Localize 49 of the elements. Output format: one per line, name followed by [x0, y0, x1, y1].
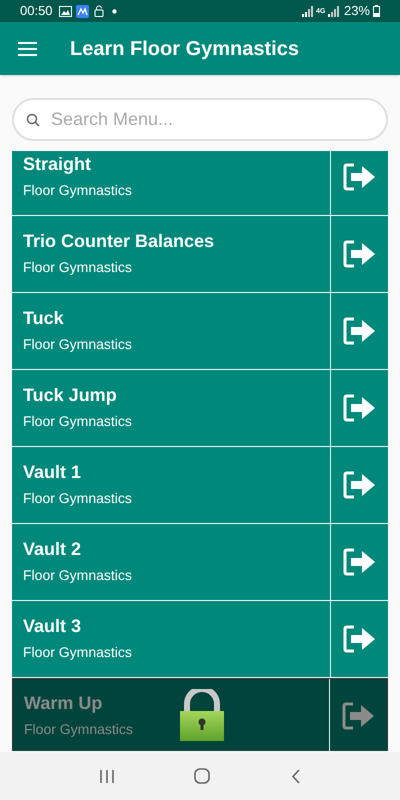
app-icon: [76, 4, 89, 18]
item-title: Trio Counter Balances: [23, 230, 216, 253]
list-item[interactable]: Vault 1 Floor Gymnastics: [12, 447, 388, 523]
exit-arrow-icon[interactable]: [342, 317, 376, 345]
home-icon[interactable]: [194, 768, 210, 784]
exit-arrow-icon[interactable]: [342, 625, 376, 653]
list-item[interactable]: Straight Floor Gymnastics: [12, 151, 388, 215]
recents-icon[interactable]: [100, 770, 114, 782]
item-title: Vault 2: [23, 538, 82, 561]
item-subtitle: Floor Gymnastics: [23, 489, 133, 508]
item-subtitle: Floor Gymnastics: [23, 335, 133, 354]
list-item[interactable]: Tuck Floor Gymnastics: [12, 293, 388, 369]
item-subtitle: Floor Gymnastics: [23, 258, 133, 277]
list-item[interactable]: Trio Counter Balances Floor Gymnastics: [12, 216, 388, 292]
status-time: 00:50: [20, 2, 53, 20]
item-title: Vault 3: [23, 615, 82, 638]
lock-icon: [94, 5, 104, 17]
item-subtitle: Floor Gymnastics: [23, 412, 133, 431]
item-subtitle: Floor Gymnastics: [24, 720, 134, 739]
item-title: Warm Up: [24, 692, 104, 715]
item-subtitle: Floor Gymnastics: [23, 643, 133, 662]
battery-percent: 23%: [344, 2, 370, 20]
list-item[interactable]: Vault 2 Floor Gymnastics: [12, 524, 388, 600]
item-title: Vault 1: [23, 461, 82, 484]
exit-arrow-icon[interactable]: [342, 240, 376, 268]
item-title: Tuck: [23, 307, 65, 330]
item-title: Straight: [23, 153, 92, 176]
locked-list-item[interactable]: Warm Up Floor Gymnastics: [12, 678, 388, 751]
item-subtitle: Floor Gymnastics: [23, 566, 133, 585]
exit-arrow-icon[interactable]: [342, 548, 376, 576]
item-title: Tuck Jump: [23, 384, 118, 407]
menu-icon[interactable]: [18, 42, 37, 56]
image-icon: [58, 6, 72, 16]
exit-arrow-icon[interactable]: [342, 702, 376, 730]
dot-icon: [112, 8, 117, 14]
battery-icon: [373, 5, 380, 17]
search-field[interactable]: Search Menu...: [12, 98, 388, 141]
signal-icon: [328, 6, 340, 16]
signal-icon: [302, 6, 314, 16]
item-subtitle: Floor Gymnastics: [23, 181, 133, 200]
list-item[interactable]: Tuck Jump Floor Gymnastics: [12, 370, 388, 446]
exit-arrow-icon[interactable]: [342, 471, 376, 499]
padlock-icon: [179, 689, 225, 741]
app-title: Learn Floor Gymnastics: [70, 36, 299, 62]
exit-arrow-icon[interactable]: [342, 394, 376, 422]
list-item[interactable]: Vault 3 Floor Gymnastics: [12, 601, 388, 677]
search-icon: [26, 113, 40, 127]
back-icon[interactable]: [290, 768, 300, 784]
exit-arrow-icon[interactable]: [342, 163, 376, 191]
